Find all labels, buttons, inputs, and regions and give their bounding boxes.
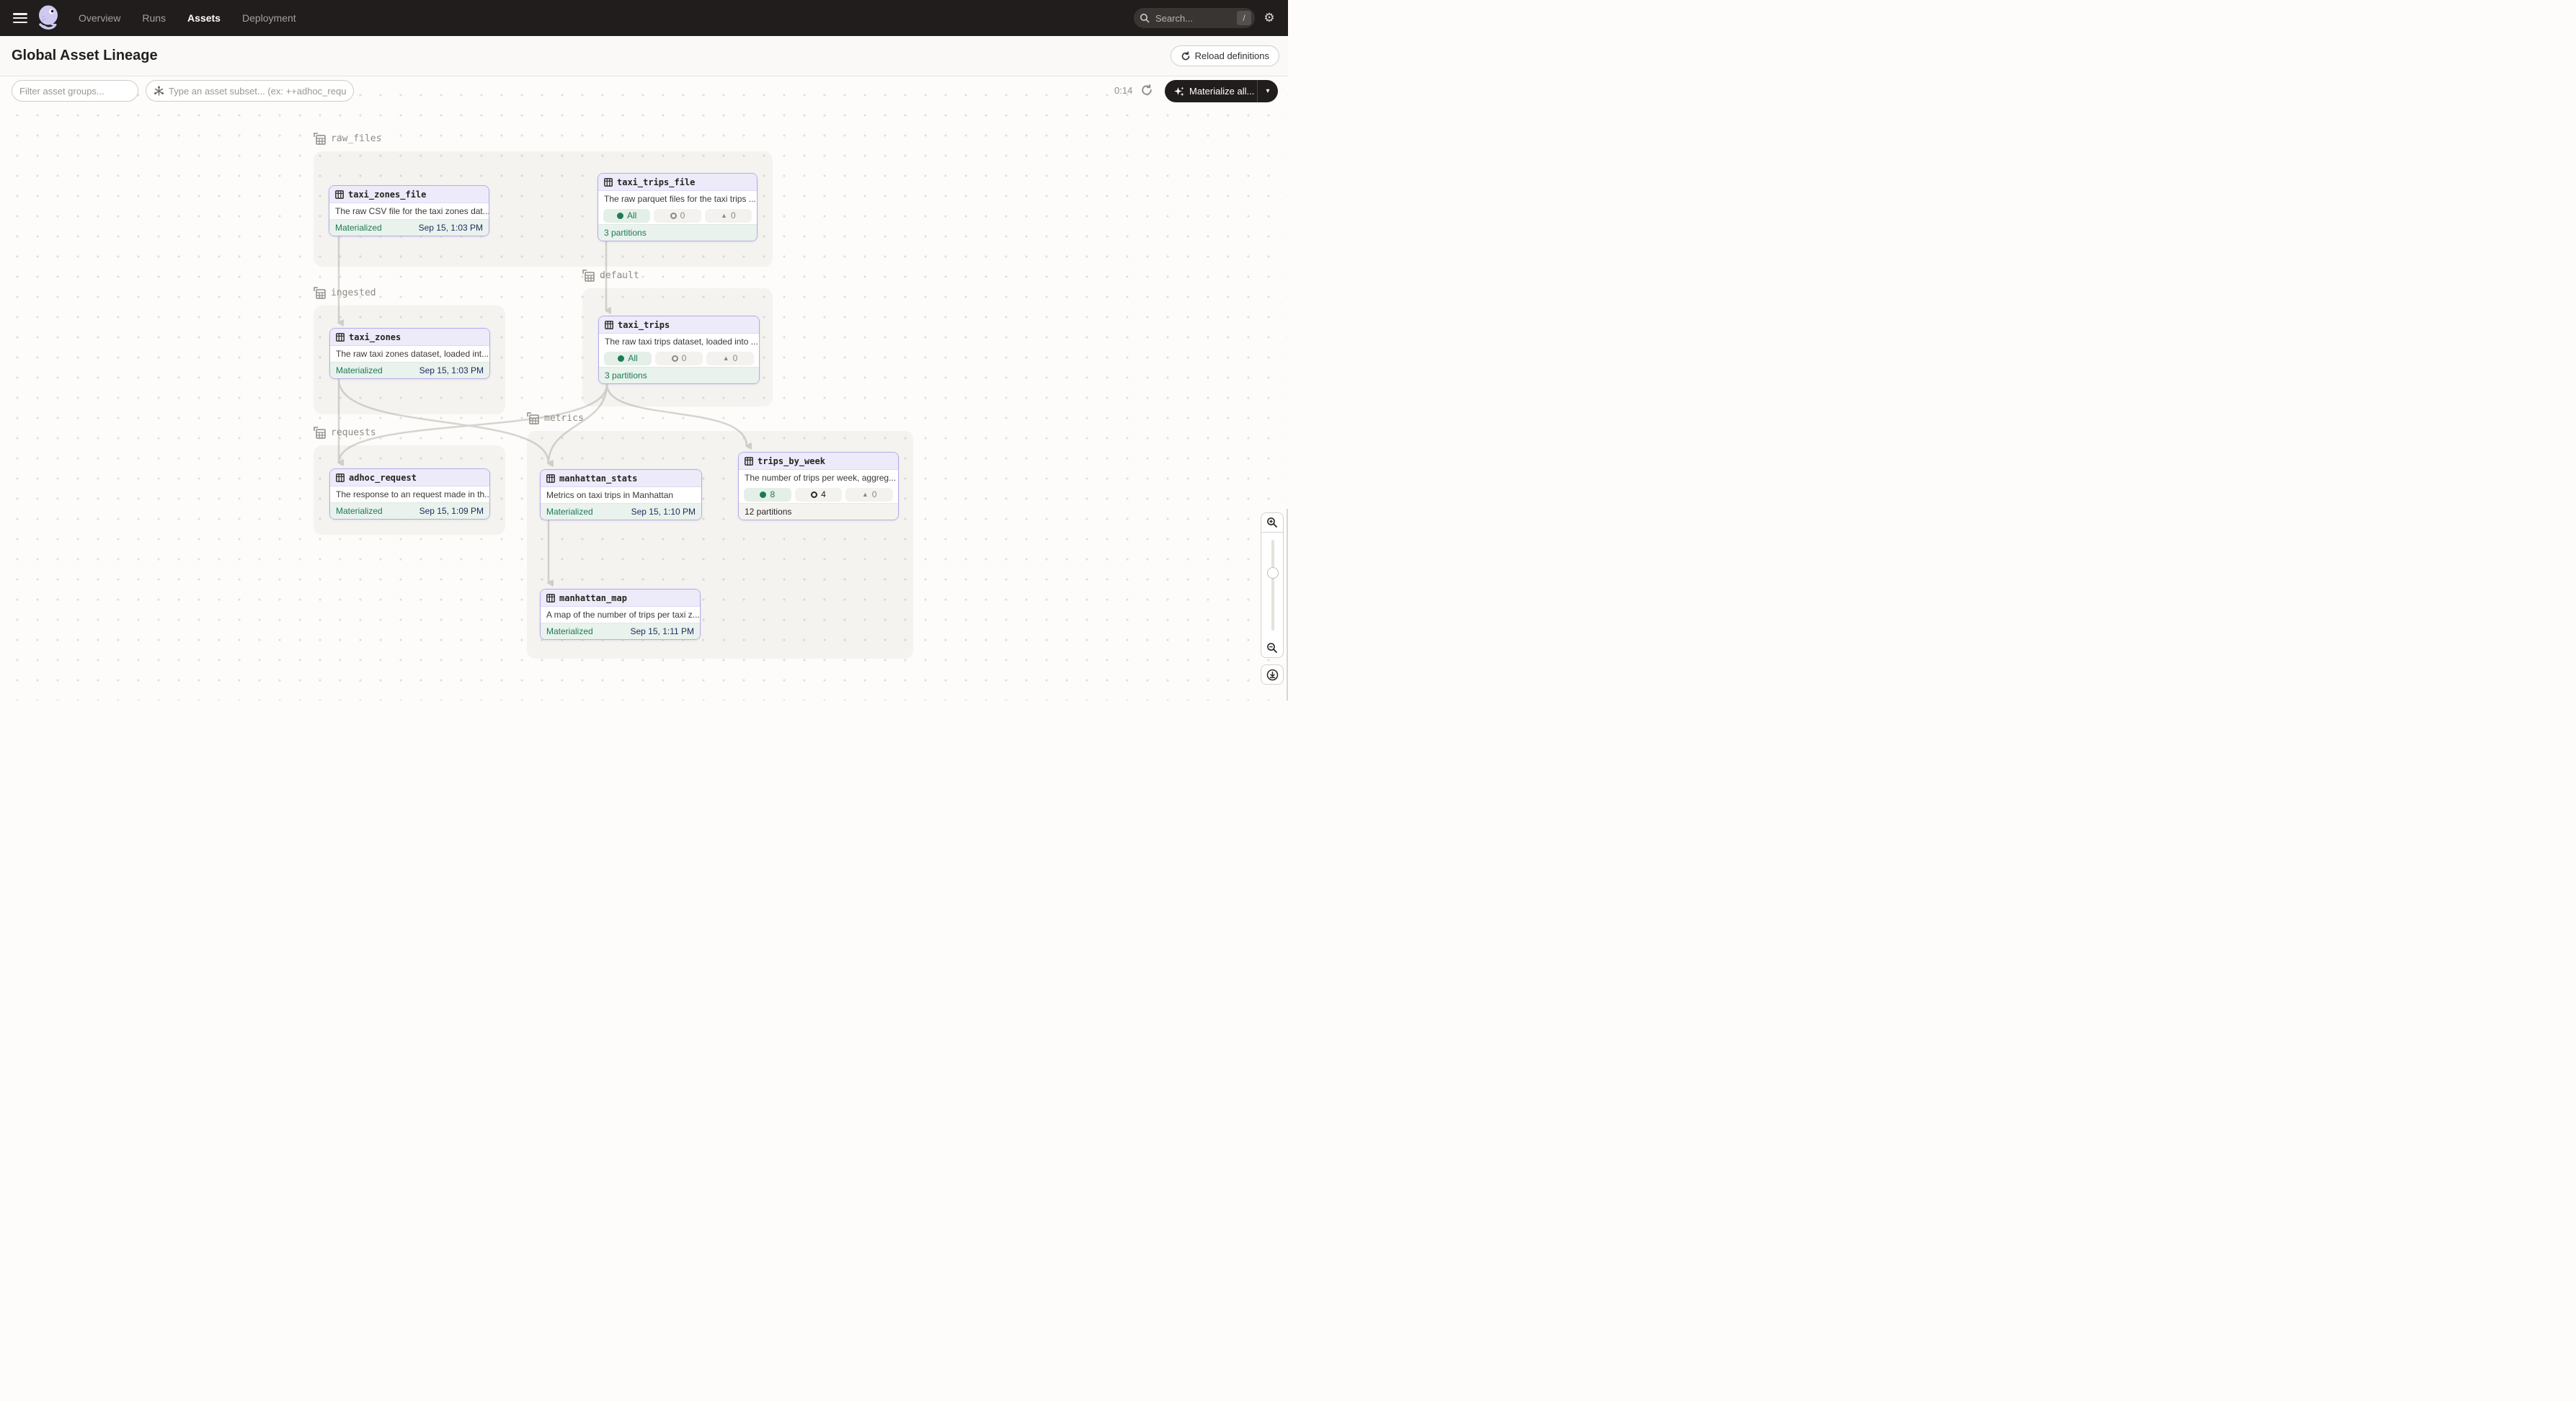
missing-ring-icon [670, 213, 677, 219]
filter-asset-groups-field[interactable] [12, 80, 138, 102]
partitions-materialized-pill[interactable]: All [603, 209, 650, 223]
table-icon [605, 321, 613, 329]
materialization-time: Sep 15, 1:10 PM [631, 507, 696, 517]
status-badge: Materialized [546, 507, 593, 517]
table-icon [546, 474, 555, 483]
group-label-metrics[interactable]: metrics [527, 412, 584, 424]
failed-triangle-icon: ▲ [721, 213, 727, 219]
asset-node-manhattan-map[interactable]: manhattan_map A map of the number of tri… [540, 589, 701, 640]
asset-node-taxi-trips[interactable]: taxi_trips The raw taxi trips dataset, l… [598, 316, 760, 384]
partitions-missing-pill[interactable]: 0 [654, 209, 701, 223]
search-input[interactable] [1155, 13, 1225, 24]
sparkle-icon [1173, 86, 1185, 97]
zoom-slider-track[interactable] [1271, 540, 1274, 631]
table-icon [604, 178, 613, 187]
zoom-slider[interactable] [1261, 533, 1284, 638]
partitions-materialized-pill[interactable]: All [604, 352, 652, 365]
asset-selection-icon [154, 86, 164, 97]
main-nav: Overview Runs Assets Deployment [79, 12, 296, 24]
materialized-dot-icon [760, 492, 766, 498]
status-badge: Materialized [546, 626, 593, 636]
materialization-time: Sep 15, 1:03 PM [419, 365, 484, 375]
top-nav-bar: Overview Runs Assets Deployment / ⚙ [0, 0, 1288, 36]
nav-item-runs[interactable]: Runs [142, 12, 166, 24]
page-title: Global Asset Lineage [12, 48, 158, 64]
download-image-button[interactable] [1261, 664, 1284, 685]
group-label-ingested[interactable]: ingested [314, 287, 376, 299]
asset-node-trips-by-week[interactable]: trips_by_week The number of trips per we… [738, 452, 899, 520]
partition-health-pills: 8 4 ▲0 [739, 486, 898, 503]
nav-item-overview[interactable]: Overview [79, 12, 120, 24]
search-icon [1137, 10, 1152, 26]
status-badge: Materialized [336, 506, 383, 516]
zoom-controls [1261, 512, 1284, 658]
asset-group-icon [314, 427, 326, 439]
group-label-requests[interactable]: requests [314, 427, 376, 439]
lineage-canvas[interactable]: 0:14 Materialize all... ▾ raw_files inge… [0, 76, 1288, 700]
nav-item-assets[interactable]: Assets [187, 12, 221, 24]
global-search[interactable]: / [1134, 8, 1255, 28]
nav-item-deployment[interactable]: Deployment [242, 12, 296, 24]
partitions-count[interactable]: 3 partitions [604, 228, 647, 238]
partitions-missing-pill[interactable]: 4 [795, 488, 843, 502]
partition-health-pills: All 0 ▲0 [599, 350, 759, 367]
materialization-time: Sep 15, 1:03 PM [419, 223, 483, 233]
partitions-missing-pill[interactable]: 0 [655, 352, 703, 365]
refresh-timer: 0:14 [1114, 85, 1132, 96]
search-shortcut-badge: / [1237, 11, 1251, 25]
materialized-dot-icon [617, 213, 623, 219]
asset-group-icon [527, 412, 539, 424]
missing-ring-icon [811, 492, 817, 498]
partitions-count[interactable]: 12 partitions [745, 507, 791, 517]
zoom-out-button[interactable] [1261, 638, 1284, 658]
hamburger-menu-icon[interactable] [13, 13, 27, 23]
lineage-toolbar: 0:14 Materialize all... ▾ [0, 80, 1288, 103]
table-icon [336, 333, 345, 342]
page-header: Global Asset Lineage Reload definitions [0, 36, 1288, 76]
partitions-failed-pill[interactable]: ▲0 [845, 488, 893, 502]
asset-subset-field[interactable] [146, 80, 354, 102]
materialization-time: Sep 15, 1:09 PM [419, 506, 484, 516]
asset-group-icon [314, 133, 326, 145]
status-badge: Materialized [335, 223, 382, 233]
partitions-count[interactable]: 3 partitions [605, 370, 647, 381]
status-badge: Materialized [336, 365, 383, 375]
table-icon [745, 457, 753, 466]
asset-node-taxi-zones[interactable]: taxi_zones The raw taxi zones dataset, l… [329, 328, 490, 379]
table-icon [336, 473, 345, 482]
filter-asset-groups-input[interactable] [19, 86, 130, 97]
zoom-in-button[interactable] [1261, 512, 1284, 533]
refresh-icon [1181, 51, 1191, 61]
materialized-dot-icon [618, 355, 624, 362]
asset-group-icon [582, 270, 595, 282]
partitions-materialized-pill[interactable]: 8 [744, 488, 791, 502]
table-icon [335, 190, 344, 199]
asset-group-icon [314, 287, 326, 299]
asset-node-manhattan-stats[interactable]: manhattan_stats Metrics on taxi trips in… [540, 469, 702, 520]
materialize-all-button[interactable]: Materialize all... ▾ [1165, 80, 1278, 102]
asset-node-taxi-trips-file[interactable]: taxi_trips_file The raw parquet files fo… [598, 173, 758, 241]
group-label-default[interactable]: default [582, 270, 639, 282]
asset-node-taxi-zones-file[interactable]: taxi_zones_file The raw CSV file for the… [329, 185, 489, 236]
zoom-slider-handle[interactable] [1267, 567, 1279, 579]
failed-triangle-icon: ▲ [723, 355, 729, 362]
partition-health-pills: All 0 ▲0 [598, 207, 757, 224]
materialization-time: Sep 15, 1:11 PM [631, 626, 695, 636]
gear-icon[interactable]: ⚙ [1255, 11, 1284, 25]
table-icon [546, 594, 555, 602]
asset-subset-input[interactable] [169, 86, 346, 97]
failed-triangle-icon: ▲ [862, 492, 869, 498]
refresh-countdown-icon[interactable] [1140, 84, 1153, 97]
group-label-raw-files[interactable]: raw_files [314, 133, 381, 145]
canvas-scroll-rail [1287, 509, 1288, 700]
missing-ring-icon [672, 355, 678, 362]
materialize-options-caret[interactable]: ▾ [1258, 87, 1278, 95]
asset-node-adhoc-request[interactable]: adhoc_request The response to an request… [329, 468, 490, 520]
dagster-logo[interactable] [37, 5, 61, 31]
partitions-failed-pill[interactable]: ▲0 [705, 209, 752, 223]
reload-definitions-button[interactable]: Reload definitions [1171, 45, 1279, 66]
partitions-failed-pill[interactable]: ▲0 [706, 352, 754, 365]
